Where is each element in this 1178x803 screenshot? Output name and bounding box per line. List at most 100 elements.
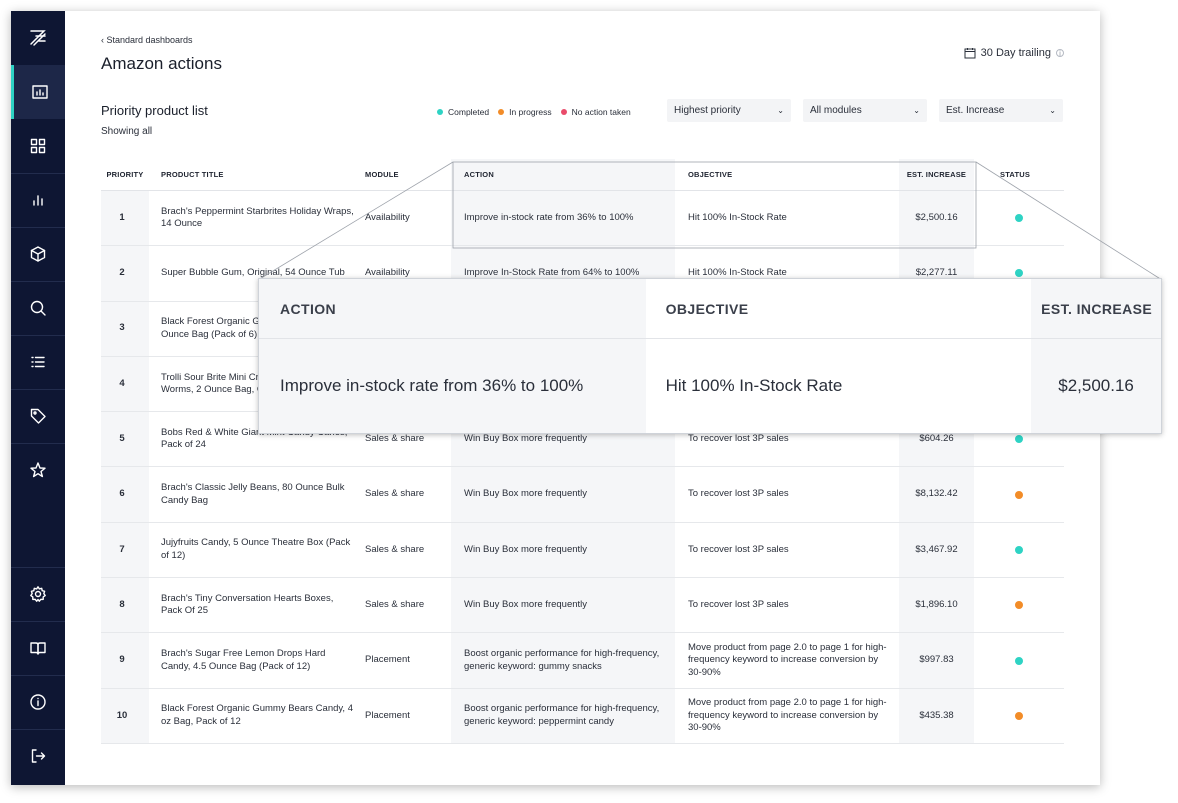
column-header[interactable]: PRIORITY	[101, 159, 149, 190]
calendar-icon	[964, 48, 976, 59]
sidebar-item-favorites[interactable]	[11, 443, 65, 497]
sidebar-item-search[interactable]	[11, 281, 65, 335]
objective-cell: Move product from page 2.0 to page 1 for…	[688, 641, 887, 678]
table-row[interactable]: 7 Jujyfruits Candy, 5 Ounce Theatre Box (…	[101, 522, 1064, 579]
module-cell: Sales & share	[365, 488, 425, 500]
sidebar-item-info[interactable]	[11, 675, 65, 729]
product-title-cell: Brach's Peppermint Starbrites Holiday Wr…	[161, 205, 354, 230]
modules-select[interactable]: All modules ⌄	[803, 99, 927, 122]
product-title-cell: Jujyfruits Candy, 5 Ounce Theatre Box (P…	[161, 537, 351, 561]
status-cell	[974, 467, 1064, 521]
status-dot	[1015, 545, 1023, 554]
est-increase-cell: $8,132.42	[899, 467, 974, 522]
info-icon[interactable]: i	[1056, 49, 1064, 58]
dashboard-icon	[31, 85, 48, 99]
sidebar-item-analytics[interactable]	[11, 173, 65, 227]
table-row[interactable]: 9 Brach's Sugar Free Lemon Drops Hard Can…	[101, 633, 1064, 689]
callout-objective: Hit 100% In-Stock Rate	[665, 376, 843, 395]
sidebar-item-dashboards[interactable]	[11, 65, 65, 119]
box-icon	[30, 246, 46, 262]
legend-item-in-progress: In progress	[498, 107, 552, 117]
column-header[interactable]: MODULE	[360, 159, 451, 190]
date-range-label: 30 Day trailing	[980, 47, 1051, 59]
sidebar-item-logout[interactable]	[11, 729, 65, 783]
metric-select[interactable]: Est. Increase ⌄	[939, 99, 1063, 122]
table-row[interactable]: 8 Brach's Tiny Conversation Hearts Boxes,…	[101, 578, 1064, 634]
action-cell: Win Buy Box more frequently	[451, 578, 675, 633]
module-cell: Availability	[365, 211, 410, 223]
sidebar-item-settings[interactable]	[11, 567, 65, 621]
chevron-down-icon: ⌄	[913, 106, 920, 115]
priority-cell: 1	[101, 191, 149, 246]
status-dot	[1015, 269, 1023, 278]
legend-item-completed: Completed	[437, 107, 489, 117]
info-icon	[30, 694, 46, 710]
callout-header-est: EST. INCREASE	[1031, 279, 1162, 338]
sidebar-item-tags[interactable]	[11, 389, 65, 443]
priority-cell: 4	[101, 356, 149, 412]
product-title-cell: Brach's Tiny Conversation Hearts Boxes, …	[161, 592, 334, 617]
status-dot	[1015, 601, 1023, 610]
est-increase-cell: $997.83	[899, 633, 974, 688]
column-header[interactable]: OBJECTIVE	[675, 159, 899, 190]
priority-cell: 8	[101, 578, 149, 633]
status-cell	[974, 689, 1064, 743]
callout-est: $2,500.16	[1031, 339, 1161, 433]
objective-cell: Hit 100% In-Stock Rate	[688, 211, 787, 223]
logo-icon[interactable]	[11, 11, 65, 65]
est-increase-cell: $2,500.16	[899, 191, 974, 246]
sidebar-item-guide[interactable]	[11, 621, 65, 675]
status-dot	[1015, 656, 1023, 665]
column-header[interactable]: PRODUCT TITLE	[149, 159, 360, 190]
callout-header-action: ACTION	[259, 279, 646, 338]
module-cell: Sales & share	[365, 543, 425, 555]
table-row[interactable]: 1 Brach's Peppermint Starbrites Holiday W…	[101, 191, 1064, 247]
sort-select[interactable]: Highest priority ⌄	[667, 99, 791, 122]
zoom-callout: ACTION OBJECTIVE EST. INCREASE Improve i…	[258, 278, 1162, 434]
table-row[interactable]: 10 Black Forest Organic Gummy Bears Candy…	[101, 688, 1064, 744]
est-increase-cell: $3,467.92	[899, 522, 974, 578]
action-cell: Win Buy Box more frequently	[451, 467, 675, 522]
settings-icon	[30, 586, 46, 602]
objective-cell: To recover lost 3P sales	[688, 488, 789, 500]
table-header: PRIORITY PRODUCT TITLE MODULE ACTION OBJ…	[101, 159, 1064, 191]
list-icon	[31, 356, 45, 368]
callout-header-objective: OBJECTIVE	[665, 300, 749, 317]
book-icon	[30, 642, 46, 655]
status-cell	[974, 633, 1064, 687]
search-icon	[30, 300, 46, 316]
column-header[interactable]: STATUS	[974, 159, 1064, 190]
priority-cell: 2	[101, 246, 149, 301]
breadcrumb[interactable]: ‹ Standard dashboards	[101, 35, 193, 45]
priority-cell: 9	[101, 633, 149, 688]
priority-cell: 5	[101, 412, 149, 467]
chevron-down-icon: ⌄	[1049, 106, 1056, 115]
section-title: Priority product list	[101, 103, 208, 118]
status-legend: Completed In progress No action taken	[437, 107, 631, 117]
date-range-selector[interactable]: 30 Day trailing i	[964, 47, 1064, 59]
status-dot	[1015, 435, 1023, 444]
chevron-down-icon: ⌄	[777, 106, 784, 115]
action-cell: Win Buy Box more frequently	[451, 522, 675, 578]
sidebar-item-grid[interactable]	[11, 119, 65, 173]
callout-action: Improve in-stock rate from 36% to 100%	[259, 339, 646, 433]
column-header[interactable]: EST. INCREASE	[899, 159, 974, 190]
sidebar-item-products[interactable]	[11, 227, 65, 281]
table-row[interactable]: 6 Brach's Classic Jelly Beans, 80 Ounce B…	[101, 467, 1064, 523]
status-cell	[974, 523, 1064, 577]
objective-cell: Move product from page 2.0 to page 1 for…	[688, 697, 887, 734]
star-icon	[30, 462, 46, 478]
status-dot	[1015, 214, 1023, 223]
section-subtitle: Showing all	[101, 126, 153, 137]
module-cell: Placement	[365, 654, 410, 666]
product-title-cell: Brach's Sugar Free Lemon Drops Hard Cand…	[161, 648, 326, 672]
page-title: Amazon actions	[101, 54, 222, 73]
sidebar-item-list[interactable]	[11, 335, 65, 389]
column-header[interactable]: ACTION	[451, 159, 675, 190]
sidebar	[11, 11, 65, 785]
action-cell: Boost organic performance for high-frequ…	[451, 688, 675, 743]
status-cell	[974, 578, 1064, 632]
logout-icon	[31, 749, 46, 763]
module-cell: Placement	[365, 709, 410, 721]
objective-cell: To recover lost 3P sales	[688, 543, 789, 555]
